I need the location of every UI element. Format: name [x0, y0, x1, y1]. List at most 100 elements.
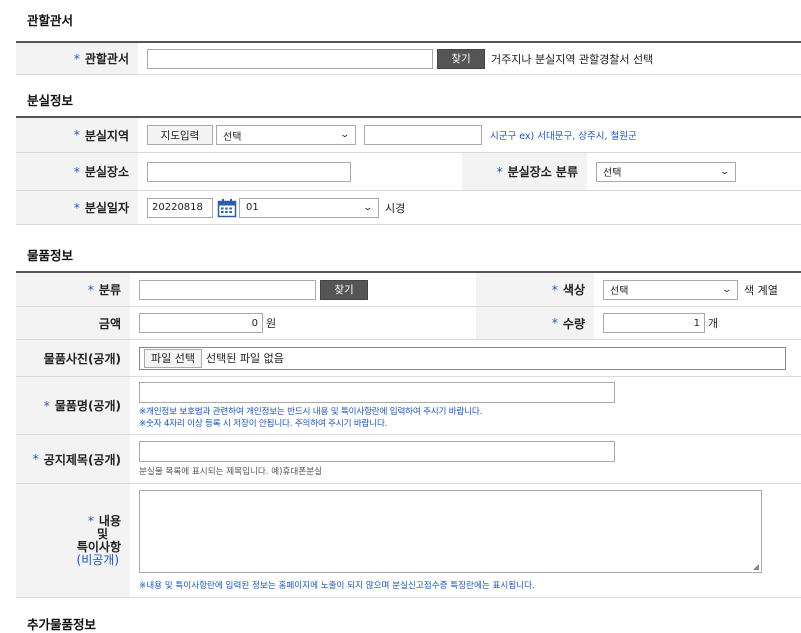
amount-row: 금액 원 * 수량 개 [16, 307, 801, 340]
notice-title-row: * 공지제목(공개) 분실물 목록에 표시되는 제목입니다. 예)휴대폰분실 [16, 435, 801, 484]
lost-area-select[interactable]: 선택 ⌄ [216, 125, 356, 145]
required-mark: * [87, 513, 94, 528]
color-label-text: 색상 [562, 283, 585, 297]
quantity-input[interactable] [603, 313, 705, 333]
item-name-input[interactable] [139, 382, 615, 403]
notice-title-label-text: 공지제목(공개) [43, 452, 121, 467]
item-name-label: * 물품명(공개) [16, 377, 130, 434]
content-label-line-1: * 내용 [87, 513, 121, 528]
item-name-row: * 물품명(공개) ※개인정보 보호법과 관련하여 개인정보는 반드시 내용 및… [16, 377, 801, 435]
photo-cell: 파일 선택 선택된 파일 없음 [130, 340, 786, 376]
photo-label: 물품사진(공개) [16, 340, 130, 376]
chevron-down-icon: ⌄ [719, 166, 731, 177]
notice-title-hint: 분실물 목록에 표시되는 제목입니다. 예)휴대폰분실 [139, 467, 323, 477]
category-find-button[interactable]: 찾기 [320, 279, 368, 300]
map-input-button[interactable]: 지도입력 [147, 125, 213, 145]
content-label-line-4: (비공개) [76, 552, 119, 567]
item-name-cell: ※개인정보 보호법과 관련하여 개인정보는 반드시 내용 및 특이사항란에 입력… [130, 377, 615, 434]
amount-label-text: 금액 [98, 316, 121, 331]
amount-label: 금액 [16, 307, 130, 339]
item-name-label-text: 물품명(공개) [54, 399, 121, 413]
calendar-icon[interactable] [217, 198, 237, 218]
content-row: * 내용 및 특이사항 (비공개) ◢ ※내용 및 특이사항란에 입력된 정보는 … [16, 484, 801, 598]
lost-area-cell: 지도입력 선택 ⌄ 시군구 ex) 서대문구, 상주시, 철원군 [138, 118, 637, 152]
section-title-item-info: 물품정보 [27, 248, 74, 263]
lost-place-category-label-text: 분실장소 분류 [507, 165, 578, 179]
chevron-down-icon: ⌄ [721, 284, 733, 295]
lost-area-label: * 분실지역 [16, 118, 138, 152]
content-textarea[interactable]: ◢ [139, 490, 762, 573]
file-select-button[interactable]: 파일 선택 [144, 348, 202, 368]
required-mark: * [73, 128, 80, 142]
section-title-extra-item-info: 추가물품정보 [27, 617, 97, 632]
notice-title-cell: 분실물 목록에 표시되는 제목입니다. 예)휴대폰분실 [130, 435, 615, 483]
content-label-line-2: 및 [96, 526, 108, 541]
lost-place-category-label: * 분실장소 분류 [462, 153, 587, 190]
lost-date-cell: 01 ⌄ 시경 [138, 191, 405, 224]
lost-date-label: * 분실일자 [16, 191, 138, 224]
required-mark: * [551, 316, 558, 330]
notice-title-input[interactable] [139, 441, 615, 462]
quantity-label-text: 수량 [562, 316, 585, 331]
amount-unit: 원 [266, 317, 277, 330]
quantity-label: * 수량 [476, 307, 594, 339]
lost-area-select-value: 선택 [223, 131, 242, 143]
jurisdiction-label: * 관할관서 [16, 43, 138, 74]
required-mark: * [551, 282, 558, 297]
amount-cell: 원 [130, 307, 476, 339]
content-note: ※내용 및 특이사항란에 입력된 정보는 홈페이지에 노출이 되지 않으며 분실… [139, 581, 535, 591]
lost-place-input[interactable] [147, 161, 351, 182]
required-mark: * [496, 164, 503, 179]
jurisdiction-input[interactable] [147, 48, 433, 69]
item-name-note-1: ※개인정보 보호법과 관련하여 개인정보는 반드시 내용 및 특이사항란에 입력… [139, 407, 483, 417]
lost-area-label-text: 분실지역 [84, 128, 129, 143]
lost-place-category-value: 선택 [603, 168, 622, 179]
lost-place-label-text: 분실장소 [84, 165, 129, 179]
required-mark: * [43, 398, 50, 413]
lost-date-row: * 분실일자 01 ⌄ 시경 [16, 191, 801, 225]
jurisdiction-table: * 관할관서 찾기 거주지나 분실지역 관할경찰서 선택 [16, 41, 801, 75]
lost-area-input[interactable] [364, 125, 482, 145]
photo-file-input[interactable]: 파일 선택 선택된 파일 없음 [139, 346, 786, 370]
color-label: * 색상 [476, 273, 594, 306]
lost-place-category-cell: 선택 ⌄ [587, 153, 736, 190]
quantity-unit: 개 [708, 317, 719, 330]
photo-label-text: 물품사진(공개) [43, 351, 121, 366]
required-mark: * [73, 200, 80, 215]
section-title-jurisdiction: 관할관서 [27, 13, 74, 28]
jurisdiction-cell: 찾기 거주지나 분실지역 관할경찰서 선택 [138, 43, 653, 74]
color-suffix: 색 계열 [744, 283, 778, 297]
required-mark: * [73, 51, 80, 66]
jurisdiction-help-text: 거주지나 분실지역 관할경찰서 선택 [491, 52, 654, 66]
category-row: * 분류 찾기 * 색상 선택 ⌄ 색 계열 [16, 273, 801, 307]
category-label-text: 분류 [98, 283, 121, 297]
chevron-down-icon: ⌄ [362, 202, 374, 213]
category-input[interactable] [139, 279, 316, 300]
category-label: * 분류 [16, 273, 130, 306]
amount-input[interactable] [139, 313, 263, 333]
content-label: * 내용 및 특이사항 (비공개) [16, 484, 130, 597]
content-label-line-3: 특이사항 [76, 539, 121, 554]
item-info-table: * 분류 찾기 * 색상 선택 ⌄ 색 계열 금액 원 * 수량 [16, 271, 801, 598]
photo-row: 물품사진(공개) 파일 선택 선택된 파일 없음 [16, 340, 801, 377]
lost-date-label-text: 분실일자 [84, 201, 129, 215]
file-status-text: 선택된 파일 없음 [205, 352, 284, 365]
quantity-cell: 개 [594, 307, 718, 339]
lost-area-hint: 시군구 ex) 서대문구, 상주시, 철원군 [490, 131, 637, 142]
jurisdiction-label-text: 관할관서 [84, 52, 129, 66]
lost-area-row: * 분실지역 지도입력 선택 ⌄ 시군구 ex) 서대문구, 상주시, 철원군 [16, 118, 801, 153]
lost-hour-select[interactable]: 01 ⌄ [239, 197, 379, 218]
color-select[interactable]: 선택 ⌄ [603, 279, 738, 300]
notice-title-label: * 공지제목(공개) [16, 435, 130, 483]
lost-date-input[interactable] [147, 197, 213, 218]
chevron-down-icon: ⌄ [339, 130, 351, 140]
resize-handle-icon[interactable]: ◢ [753, 562, 759, 571]
lost-place-row: * 분실장소 * 분실장소 분류 선택 ⌄ [16, 153, 801, 191]
lost-place-category-select[interactable]: 선택 ⌄ [596, 161, 736, 182]
required-mark: * [32, 452, 39, 466]
content-cell: ◢ ※내용 및 특이사항란에 입력된 정보는 홈페이지에 노출이 되지 않으며 … [130, 484, 762, 597]
lost-place-label: * 분실장소 [16, 153, 138, 190]
section-title-lost-info: 분실정보 [27, 93, 74, 108]
jurisdiction-find-button[interactable]: 찾기 [437, 48, 485, 69]
lost-place-cell [138, 153, 462, 190]
